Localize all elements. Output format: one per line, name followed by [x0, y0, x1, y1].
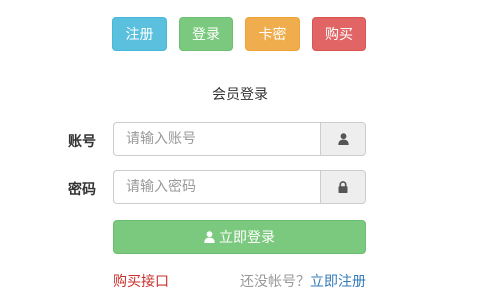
account-input[interactable]	[113, 122, 320, 156]
register-button[interactable]: 注册	[112, 17, 167, 51]
lock-icon	[338, 181, 348, 193]
account-addon	[320, 122, 366, 156]
submit-login-button[interactable]: 立即登录	[113, 220, 366, 254]
card-key-button[interactable]: 卡密	[245, 17, 300, 51]
password-addon	[320, 170, 366, 204]
password-input[interactable]	[113, 170, 320, 204]
password-input-group	[113, 170, 366, 204]
no-account-text: 还没帐号？	[240, 274, 310, 290]
register-now-link[interactable]: 立即注册	[310, 274, 366, 290]
register-prompt: 还没帐号？立即注册	[240, 271, 366, 291]
buy-button[interactable]: 购买	[312, 17, 366, 51]
account-input-group	[113, 122, 366, 156]
user-icon	[337, 133, 349, 145]
account-label: 账号	[68, 134, 96, 150]
form-title: 会员登录	[212, 87, 268, 103]
password-label: 密码	[68, 182, 96, 198]
login-tab-button[interactable]: 登录	[179, 17, 233, 51]
user-icon	[204, 231, 215, 243]
submit-label: 立即登录	[219, 230, 275, 246]
buy-api-link[interactable]: 购买接口	[113, 271, 169, 291]
